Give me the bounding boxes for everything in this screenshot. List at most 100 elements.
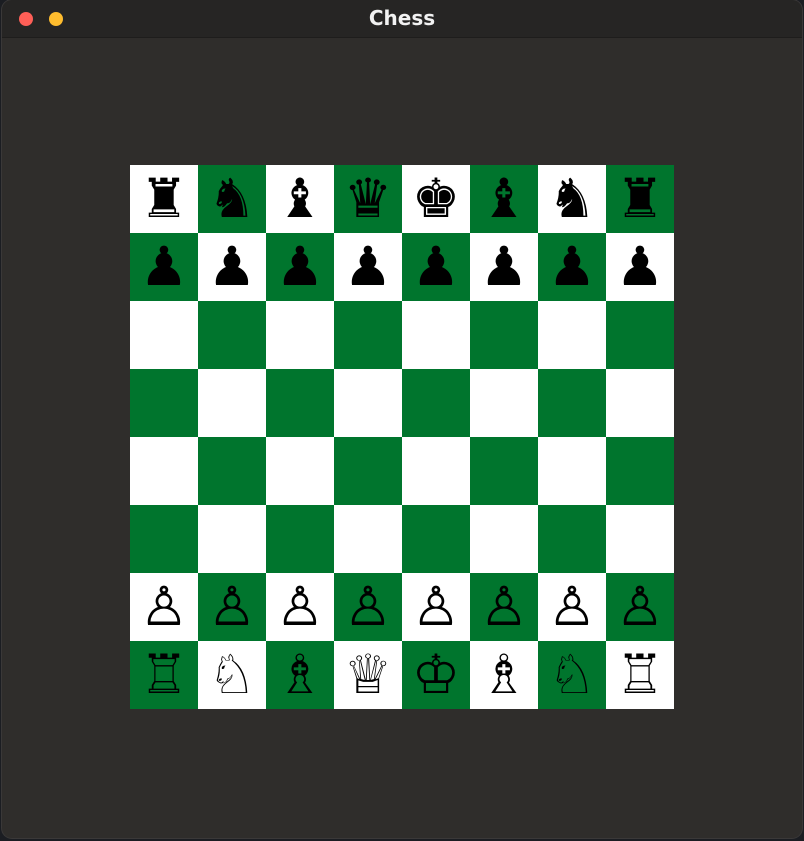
black-queen-icon[interactable]: ♛ (344, 165, 392, 233)
white-queen-icon[interactable]: ♕ (344, 641, 392, 709)
square-a4[interactable] (130, 437, 198, 505)
white-bishop-icon[interactable]: ♗ (276, 641, 324, 709)
black-pawn-icon[interactable]: ♟ (140, 233, 188, 301)
square-e3[interactable] (402, 505, 470, 573)
black-pawn-icon[interactable]: ♟ (548, 233, 596, 301)
square-f7[interactable]: ♟ (470, 233, 538, 301)
square-f6[interactable] (470, 301, 538, 369)
white-pawn-icon[interactable]: ♙ (140, 573, 188, 641)
square-h1[interactable]: ♖ (606, 641, 674, 709)
white-pawn-icon[interactable]: ♙ (616, 573, 664, 641)
square-g6[interactable] (538, 301, 606, 369)
black-rook-icon[interactable]: ♜ (140, 165, 188, 233)
white-pawn-icon[interactable]: ♙ (208, 573, 256, 641)
title-bar: Chess (2, 0, 802, 38)
chess-board: ♜ ♞ ♝ ♛ ♚ ♝ ♞ ♜ ♟ ♟ ♟ ♟ ♟ ♟ ♟ ♟ ♙ ♙ ♙ ♙ ♙ ♙ ♙ ♙ ♖ ♘ ♗ ♕ ♔ ♗ ♘ ♖ (130, 165, 674, 709)
square-d5[interactable] (334, 369, 402, 437)
square-a8[interactable]: ♜ (130, 165, 198, 233)
square-c7[interactable]: ♟ (266, 233, 334, 301)
black-knight-icon[interactable]: ♞ (548, 165, 596, 233)
square-b5[interactable] (198, 369, 266, 437)
square-a6[interactable] (130, 301, 198, 369)
black-pawn-icon[interactable]: ♟ (276, 233, 324, 301)
square-b1[interactable]: ♘ (198, 641, 266, 709)
black-pawn-icon[interactable]: ♟ (344, 233, 392, 301)
square-d6[interactable] (334, 301, 402, 369)
square-b2[interactable]: ♙ (198, 573, 266, 641)
chess-window: Chess ♜ ♞ ♝ ♛ ♚ ♝ ♞ ♜ ♟ ♟ ♟ ♟ ♟ ♟ ♟ ♟ ♙ ♙ ♙ ♙ ♙ ♙ ♙ ♙ ♖ ♘ ♗ ♕ ♔ ♗ ♘ ♖ (2, 0, 802, 838)
white-rook-icon[interactable]: ♖ (140, 641, 188, 709)
square-g1[interactable]: ♘ (538, 641, 606, 709)
white-king-icon[interactable]: ♔ (412, 641, 460, 709)
square-a5[interactable] (130, 369, 198, 437)
square-c5[interactable] (266, 369, 334, 437)
square-f4[interactable] (470, 437, 538, 505)
square-h7[interactable]: ♟ (606, 233, 674, 301)
square-d7[interactable]: ♟ (334, 233, 402, 301)
square-a3[interactable] (130, 505, 198, 573)
square-d4[interactable] (334, 437, 402, 505)
square-f3[interactable] (470, 505, 538, 573)
white-knight-icon[interactable]: ♘ (548, 641, 596, 709)
square-g5[interactable] (538, 369, 606, 437)
square-a2[interactable]: ♙ (130, 573, 198, 641)
white-pawn-icon[interactable]: ♙ (412, 573, 460, 641)
white-knight-icon[interactable]: ♘ (208, 641, 256, 709)
square-b3[interactable] (198, 505, 266, 573)
white-pawn-icon[interactable]: ♙ (480, 573, 528, 641)
black-bishop-icon[interactable]: ♝ (480, 165, 528, 233)
square-h2[interactable]: ♙ (606, 573, 674, 641)
black-pawn-icon[interactable]: ♟ (480, 233, 528, 301)
black-pawn-icon[interactable]: ♟ (412, 233, 460, 301)
square-d1[interactable]: ♕ (334, 641, 402, 709)
square-c3[interactable] (266, 505, 334, 573)
square-b6[interactable] (198, 301, 266, 369)
square-e2[interactable]: ♙ (402, 573, 470, 641)
square-h3[interactable] (606, 505, 674, 573)
square-g2[interactable]: ♙ (538, 573, 606, 641)
square-h4[interactable] (606, 437, 674, 505)
square-c6[interactable] (266, 301, 334, 369)
square-d3[interactable] (334, 505, 402, 573)
square-e4[interactable] (402, 437, 470, 505)
square-e8[interactable]: ♚ (402, 165, 470, 233)
white-pawn-icon[interactable]: ♙ (548, 573, 596, 641)
square-e1[interactable]: ♔ (402, 641, 470, 709)
square-h6[interactable] (606, 301, 674, 369)
black-king-icon[interactable]: ♚ (412, 165, 460, 233)
square-h5[interactable] (606, 369, 674, 437)
square-c2[interactable]: ♙ (266, 573, 334, 641)
square-b7[interactable]: ♟ (198, 233, 266, 301)
white-rook-icon[interactable]: ♖ (616, 641, 664, 709)
black-bishop-icon[interactable]: ♝ (276, 165, 324, 233)
white-bishop-icon[interactable]: ♗ (480, 641, 528, 709)
square-e5[interactable] (402, 369, 470, 437)
square-c1[interactable]: ♗ (266, 641, 334, 709)
square-b8[interactable]: ♞ (198, 165, 266, 233)
square-f5[interactable] (470, 369, 538, 437)
square-e7[interactable]: ♟ (402, 233, 470, 301)
square-g4[interactable] (538, 437, 606, 505)
square-h8[interactable]: ♜ (606, 165, 674, 233)
square-a7[interactable]: ♟ (130, 233, 198, 301)
square-d2[interactable]: ♙ (334, 573, 402, 641)
square-g8[interactable]: ♞ (538, 165, 606, 233)
square-g7[interactable]: ♟ (538, 233, 606, 301)
square-f2[interactable]: ♙ (470, 573, 538, 641)
black-pawn-icon[interactable]: ♟ (208, 233, 256, 301)
black-knight-icon[interactable]: ♞ (208, 165, 256, 233)
square-e6[interactable] (402, 301, 470, 369)
white-pawn-icon[interactable]: ♙ (344, 573, 392, 641)
black-pawn-icon[interactable]: ♟ (616, 233, 664, 301)
square-d8[interactable]: ♛ (334, 165, 402, 233)
square-c8[interactable]: ♝ (266, 165, 334, 233)
white-pawn-icon[interactable]: ♙ (276, 573, 324, 641)
square-g3[interactable] (538, 505, 606, 573)
square-b4[interactable] (198, 437, 266, 505)
window-title: Chess (368, 6, 436, 30)
square-c4[interactable] (266, 437, 334, 505)
square-a1[interactable]: ♖ (130, 641, 198, 709)
black-rook-icon[interactable]: ♜ (616, 165, 664, 233)
square-f1[interactable]: ♗ (470, 641, 538, 709)
square-f8[interactable]: ♝ (470, 165, 538, 233)
